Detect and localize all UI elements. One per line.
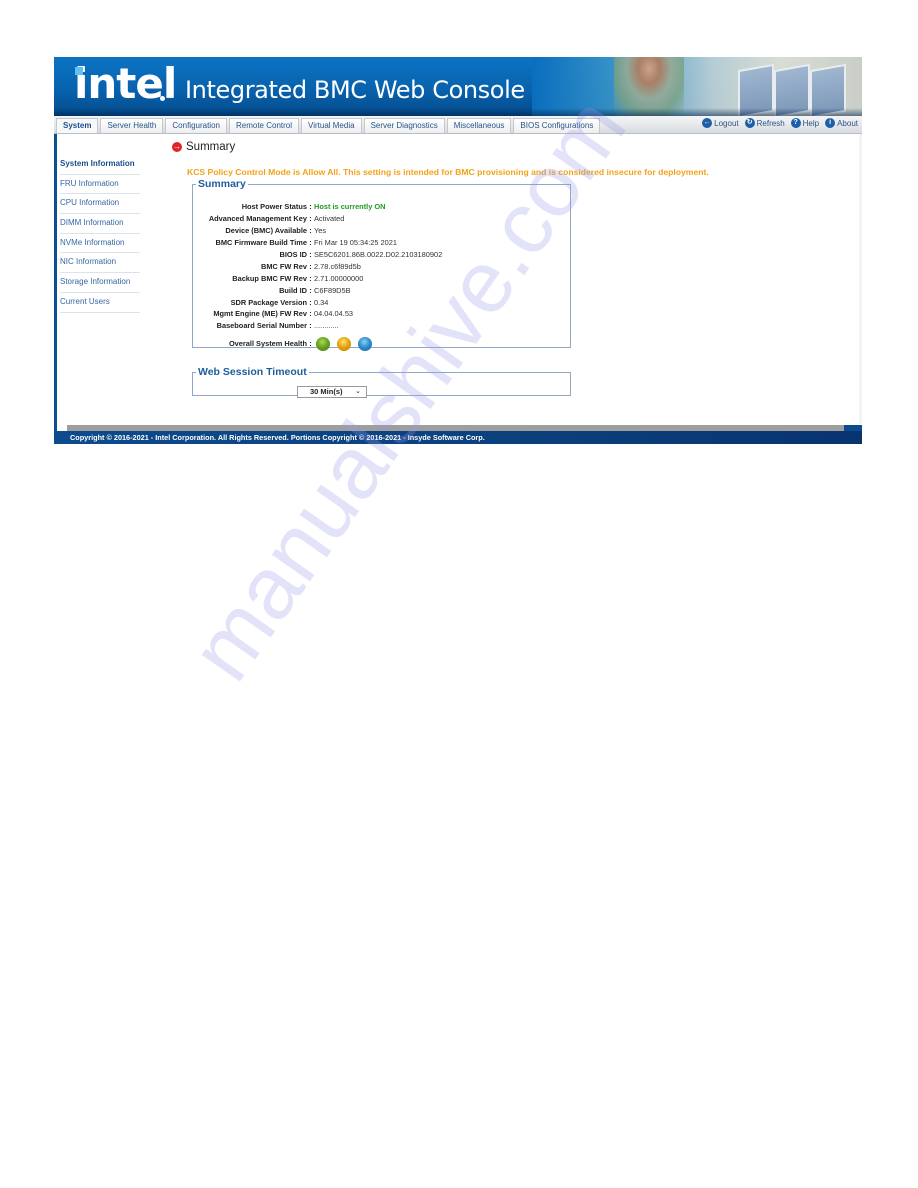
field-label: Device (BMC) Available [225, 226, 307, 236]
sidebar-item-current-users[interactable]: Current Users [60, 293, 140, 313]
summary-row-host-power-status: Host Power Status : Host is currently ON [193, 201, 570, 213]
header-toolbar: ← Logout ↻ Refresh ? Help i About [702, 118, 858, 128]
intel-logo: intel [74, 59, 177, 108]
session-timeout-select[interactable]: 30 Min(s) ⌄ [297, 386, 367, 398]
field-label: Advanced Management Key [208, 214, 307, 224]
field-label: Baseboard Serial Number [216, 321, 307, 331]
summary-row-sdr-package-version: SDR Package Version : 0.34 [193, 296, 570, 308]
page-header: → Summary [172, 141, 235, 153]
tab-configuration[interactable]: Configuration [165, 118, 227, 133]
content-left-border [54, 134, 57, 432]
intel-logo-period [160, 96, 165, 101]
tab-bios-configurations[interactable]: BIOS Configurations [513, 118, 601, 133]
field-value: Fri Mar 19 05:34:25 2021 [314, 238, 397, 248]
summary-row-me-fw-rev: Mgmt Engine (ME) FW Rev : 04.04.04.53 [193, 308, 570, 320]
summary-row-overall-system-health: Overall System Health : [193, 334, 570, 354]
field-label: Host Power Status [241, 202, 307, 212]
summary-row-device-available: Device (BMC) Available : Yes [193, 225, 570, 237]
sidebar-item-system-information[interactable]: System Information [60, 155, 140, 175]
logout-icon: ← [702, 118, 713, 128]
summary-row-baseboard-serial-number: Baseboard Serial Number : ............ [193, 320, 570, 332]
web-session-timeout-legend: Web Session Timeout [198, 366, 307, 378]
field-value: 0.34 [314, 297, 329, 307]
field-label: SDR Package Version [230, 297, 307, 307]
bmc-web-console: intel Integrated BMC Web Console System … [54, 57, 862, 444]
field-label: Overall System Health [228, 339, 307, 349]
session-timeout-value: 30 Min(s) [310, 387, 343, 396]
tab-server-health[interactable]: Server Health [100, 118, 164, 133]
field-value: SE5C6201.86B.0022.D02.2103180902 [314, 250, 443, 259]
about-button[interactable]: i About [825, 118, 858, 128]
tab-server-diagnostics[interactable]: Server Diagnostics [363, 118, 445, 133]
refresh-icon: ↻ [744, 118, 755, 128]
field-label: Mgmt Engine (ME) FW Rev [213, 309, 307, 319]
web-session-timeout-panel: Web Session Timeout 30 Min(s) ⌄ [192, 366, 571, 398]
kcs-policy-warning: KCS Policy Control Mode is Allow All. Th… [187, 167, 709, 177]
tab-virtual-media[interactable]: Virtual Media [301, 118, 362, 133]
logout-button[interactable]: ← Logout [702, 118, 739, 128]
sidebar: System Information FRU Information CPU I… [60, 155, 140, 313]
main-tabs: System Server Health Configuration Remot… [56, 118, 601, 133]
field-label: BMC FW Rev [261, 261, 307, 271]
field-label: Backup BMC FW Rev [232, 273, 307, 283]
summary-row-bmc-fw-rev: BMC FW Rev : 2.78.c6f89d5b [193, 260, 570, 272]
summary-row-build-id: Build ID : C6F89D5B [193, 284, 570, 296]
page-title: Summary [186, 141, 236, 153]
tab-system[interactable]: System [56, 118, 99, 133]
help-button[interactable]: ? Help [790, 118, 820, 128]
health-status-blue-icon[interactable] [358, 336, 372, 351]
health-status-amber-icon[interactable] [337, 336, 351, 351]
summary-row-bios-id: BIOS ID : SE5C6201.86B.0022.D02.21031809… [193, 249, 570, 261]
arrow-right-icon: → [172, 142, 182, 152]
sidebar-item-nvme-information[interactable]: NVMe Information [60, 234, 140, 254]
field-value: Activated [314, 214, 345, 224]
main-nav-bar: System Server Health Configuration Remot… [54, 116, 862, 134]
help-icon: ? [790, 118, 801, 128]
refresh-button[interactable]: ↻ Refresh [744, 118, 785, 128]
tab-miscellaneous[interactable]: Miscellaneous [446, 118, 512, 133]
about-label: About [837, 118, 858, 128]
summary-legend: Summary [198, 178, 246, 190]
sidebar-item-fru-information[interactable]: FRU Information [60, 175, 140, 195]
summary-table: Host Power Status : Host is currently ON… [193, 201, 570, 354]
logout-label: Logout [714, 118, 739, 128]
tab-remote-control[interactable]: Remote Control [228, 118, 300, 133]
health-status-green-icon[interactable] [316, 336, 330, 351]
help-label: Help [802, 118, 820, 128]
field-value: 2.78.c6f89d5b [314, 261, 361, 271]
chevron-down-icon: ⌄ [355, 388, 361, 395]
app-title: Integrated BMC Web Console [185, 76, 525, 104]
sidebar-item-dimm-information[interactable]: DIMM Information [60, 214, 140, 234]
field-value: ............ [314, 321, 339, 331]
field-label: BIOS ID [279, 250, 307, 259]
field-value: 04.04.04.53 [314, 309, 354, 319]
header-banner: intel Integrated BMC Web Console [54, 57, 862, 116]
host-power-status-value: Host is currently ON [314, 202, 386, 212]
footer: Copyright © 2016-2021 - Intel Corporatio… [54, 425, 862, 444]
sidebar-item-nic-information[interactable]: NIC Information [60, 253, 140, 274]
copyright-text: Copyright © 2016-2021 - Intel Corporatio… [70, 433, 485, 442]
intel-logo-mark [75, 67, 83, 75]
summary-row-backup-bmc-fw-rev: Backup BMC FW Rev : 2.71.00000000 [193, 272, 570, 284]
summary-row-bmc-firmware-build-time: BMC Firmware Build Time : Fri Mar 19 05:… [193, 237, 570, 249]
field-label: BMC Firmware Build Time [215, 238, 307, 248]
field-value: Yes [314, 226, 327, 236]
field-value: 2.71.00000000 [314, 273, 364, 283]
field-value: C6F89D5B [314, 285, 351, 295]
field-label: Build ID [279, 285, 307, 295]
info-icon: i [825, 118, 836, 128]
summary-panel: Summary Host Power Status : Host is curr… [192, 178, 571, 351]
sidebar-item-storage-information[interactable]: Storage Information [60, 273, 140, 293]
refresh-label: Refresh [756, 118, 785, 128]
sidebar-item-cpu-information[interactable]: CPU Information [60, 194, 140, 215]
summary-row-advanced-management-key: Advanced Management Key : Activated [193, 213, 570, 225]
